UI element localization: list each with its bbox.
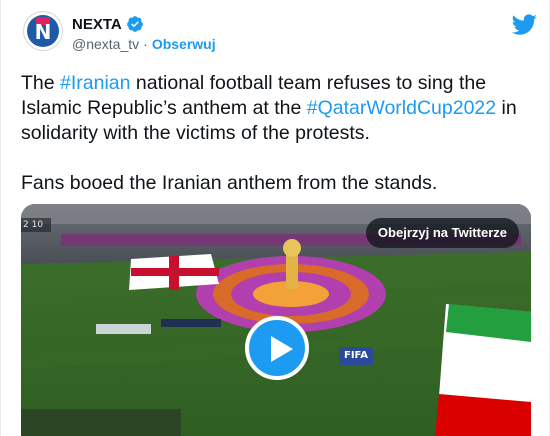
- play-button[interactable]: [245, 316, 309, 380]
- handle[interactable]: @nexta_tv: [72, 36, 139, 52]
- verified-icon: [126, 16, 143, 32]
- broadcast-overlay-text: 2 10: [23, 220, 44, 230]
- tweet-paragraph-1: The #Iranian national football team refu…: [21, 71, 536, 146]
- tweet-text: The #Iranian national football team refu…: [21, 71, 536, 196]
- handle-row: @nexta_tv · Obserwuj: [72, 36, 216, 52]
- display-name[interactable]: NEXTA: [72, 16, 122, 33]
- play-icon: [271, 336, 293, 362]
- video-media[interactable]: Obejrzyj na Twitterze FIFA 2 10: [21, 204, 531, 436]
- tweet-paragraph-2: Fans booed the Iranian anthem from the s…: [21, 172, 438, 194]
- tweet-text-segment: The: [21, 72, 61, 94]
- hashtag-qatarworldcup2022[interactable]: #QatarWorldCup2022: [307, 97, 496, 119]
- avatar-letter: N: [34, 20, 52, 44]
- fifa-board-text: FIFA: [344, 350, 368, 361]
- avatar-logo: N: [27, 15, 59, 47]
- twitter-bird-icon[interactable]: [512, 12, 537, 37]
- follow-link[interactable]: Obserwuj: [152, 36, 216, 52]
- embedded-tweet: N NEXTA @nexta_tv · Obserwuj The #Irania…: [0, 0, 550, 436]
- name-row: NEXTA: [72, 14, 144, 34]
- watch-on-twitter-button[interactable]: Obejrzyj na Twitterze: [365, 218, 519, 248]
- separator-dot: ·: [143, 36, 148, 52]
- hashtag-iranian[interactable]: #Iranian: [60, 72, 130, 94]
- avatar[interactable]: N: [23, 11, 63, 51]
